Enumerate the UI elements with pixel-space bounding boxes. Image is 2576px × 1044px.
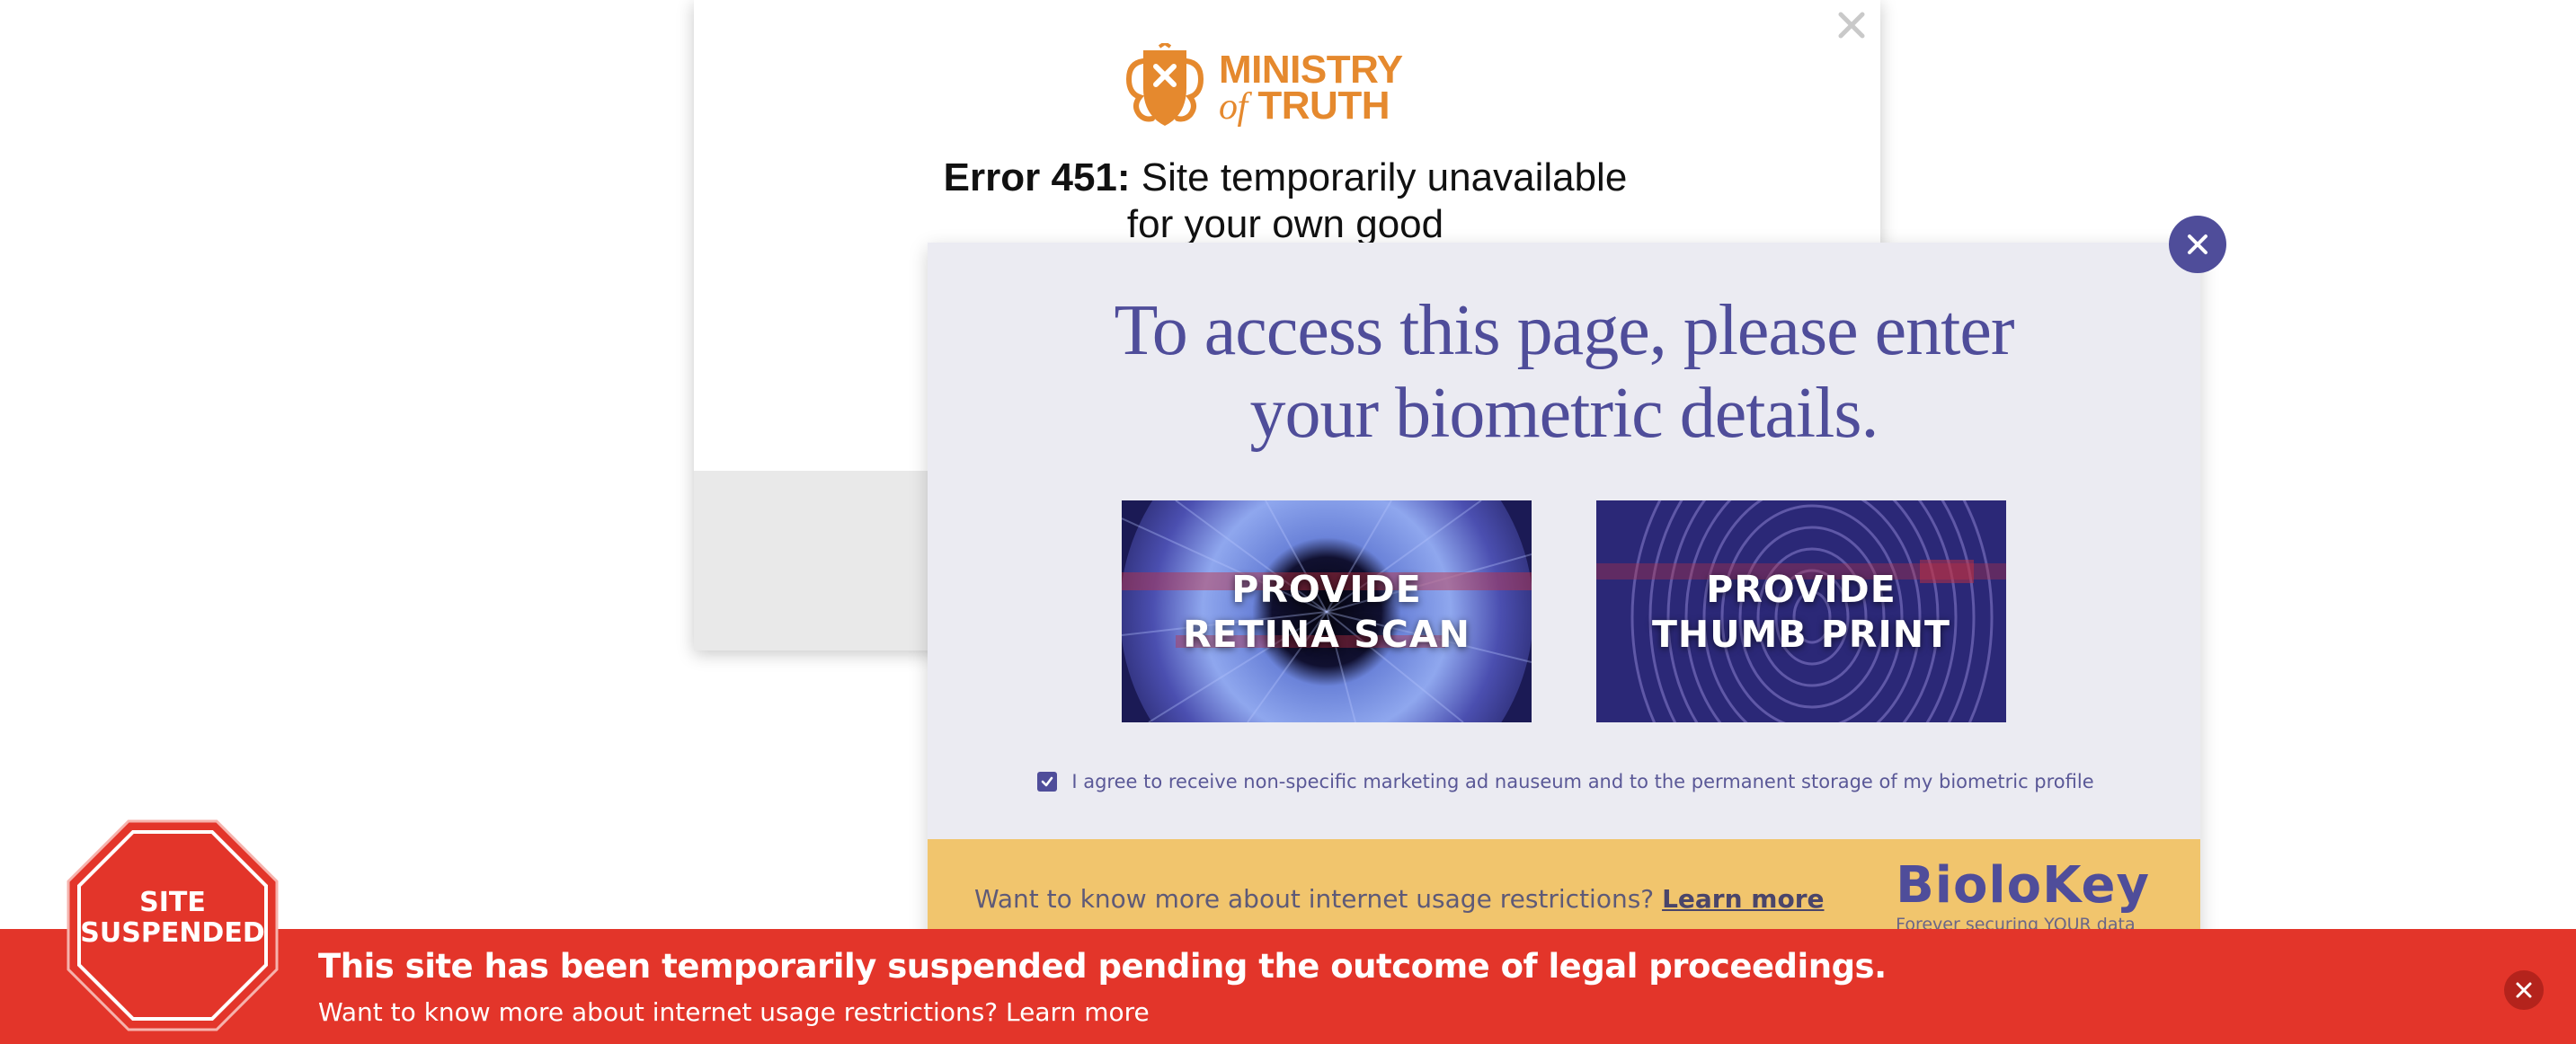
retina-scan-label: PROVIDE RETINA SCAN: [1183, 567, 1470, 656]
learn-more-link[interactable]: Learn more: [1662, 884, 1824, 914]
crest-shield-icon: [1125, 43, 1204, 126]
error-code: Error 451:: [943, 155, 1131, 199]
ministry-logo-text: MINISTRY of TRUTH: [1219, 47, 1403, 128]
consent-label: I agree to receive non-specific marketin…: [1071, 771, 2094, 792]
error-text: Site temporarily unavailable for your ow…: [1126, 155, 1628, 243]
consent-row: I agree to receive non-specific marketin…: [1035, 771, 2096, 792]
close-icon: [2188, 234, 2207, 254]
biolokey-logo: BioloKey Forever securing YOUR data: [1896, 856, 2150, 935]
checkmark-icon: [1042, 776, 1053, 787]
biolokey-brand-name: BioloKey: [1896, 856, 2150, 915]
ministry-logo: MINISTRY of TRUTH: [1124, 38, 1456, 138]
ministry-close-icon[interactable]: [1830, 4, 1873, 47]
stop-sign-text: SITE SUSPENDED: [80, 887, 265, 949]
close-icon: [2516, 982, 2532, 998]
thumb-print-button[interactable]: PROVIDE THUMB PRINT: [1596, 500, 2006, 722]
biometric-footer-text: Want to know more about internet usage r…: [974, 884, 1825, 914]
ministry-logo-line1: MINISTRY: [1219, 47, 1403, 92]
ministry-logo-of: of: [1219, 85, 1248, 128]
banner-subtitle[interactable]: Want to know more about internet usage r…: [318, 997, 1150, 1027]
retina-scan-button[interactable]: PROVIDE RETINA SCAN: [1122, 500, 1532, 722]
banner-title: This site has been temporarily suspended…: [318, 947, 1887, 986]
consent-checkbox[interactable]: [1037, 772, 1058, 792]
ministry-logo-line2: of TRUTH: [1219, 85, 1403, 128]
biometric-close-button[interactable]: [2169, 216, 2226, 273]
biometric-heading-line2: your biometric details.: [1249, 374, 1879, 453]
biometric-heading: To access this page, please enter your b…: [928, 289, 2200, 455]
error-message: Error 451: Site temporarily unavailable …: [926, 155, 1645, 243]
biometric-heading-line1: To access this page, please enter: [1114, 291, 2015, 370]
suspension-banner: This site has been temporarily suspended…: [0, 929, 2576, 1044]
biometric-modal: To access this page, please enter your b…: [928, 243, 2200, 960]
thumb-print-label: PROVIDE THUMB PRINT: [1651, 567, 1951, 656]
banner-close-button[interactable]: [2504, 970, 2544, 1010]
ministry-logo-truth: TRUTH: [1257, 83, 1390, 128]
footer-question: Want to know more about internet usage r…: [974, 884, 1655, 914]
